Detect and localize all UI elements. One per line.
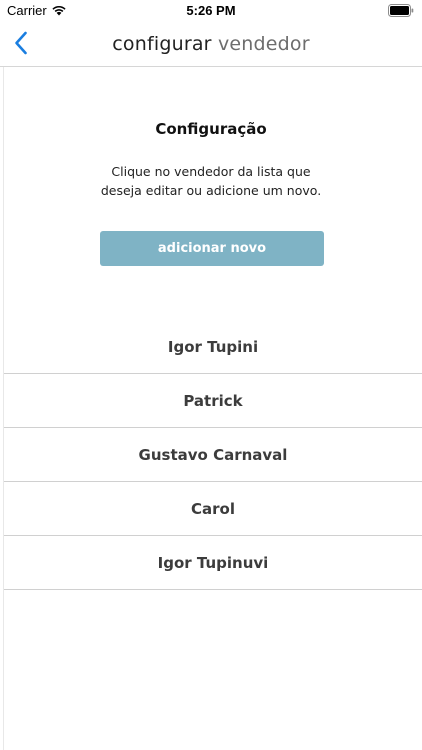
instructions-line: deseja editar ou adicione um novo. [100, 183, 322, 198]
seller-list: Igor Tupini Patrick Gustavo Carnaval Car… [4, 320, 422, 590]
add-seller-button[interactable]: adicionar novo [100, 231, 324, 266]
battery-icon [388, 4, 414, 17]
navigation-bar: configurar vendedor [0, 22, 422, 67]
seller-name: Gustavo Carnaval [138, 445, 288, 464]
clock: 5:26 PM [186, 3, 236, 18]
seller-name: Patrick [183, 391, 243, 410]
list-item[interactable]: Carol [4, 482, 422, 536]
screen: Carrier 5:26 PM configurar vendedor Conf… [0, 0, 422, 750]
instructions-line: Clique no vendedor da lista que [111, 164, 311, 179]
list-item[interactable]: Patrick [4, 374, 422, 428]
seller-name: Igor Tupini [167, 337, 259, 356]
section-title: Configuração [155, 120, 267, 138]
status-bar: Carrier 5:26 PM [0, 0, 422, 22]
page-title-primary: configurar [112, 33, 212, 55]
instructions-text: Clique no vendedor da lista que deseja e… [60, 162, 362, 200]
list-item[interactable]: Gustavo Carnaval [4, 428, 422, 482]
page-title: configurar vendedor [0, 33, 422, 55]
page-title-secondary: vendedor [217, 33, 310, 55]
list-item[interactable]: Igor Tupinuvi [4, 536, 422, 590]
seller-name: Carol [191, 499, 235, 518]
list-item[interactable]: Igor Tupini [4, 320, 422, 374]
seller-name: Igor Tupinuvi [157, 553, 269, 572]
